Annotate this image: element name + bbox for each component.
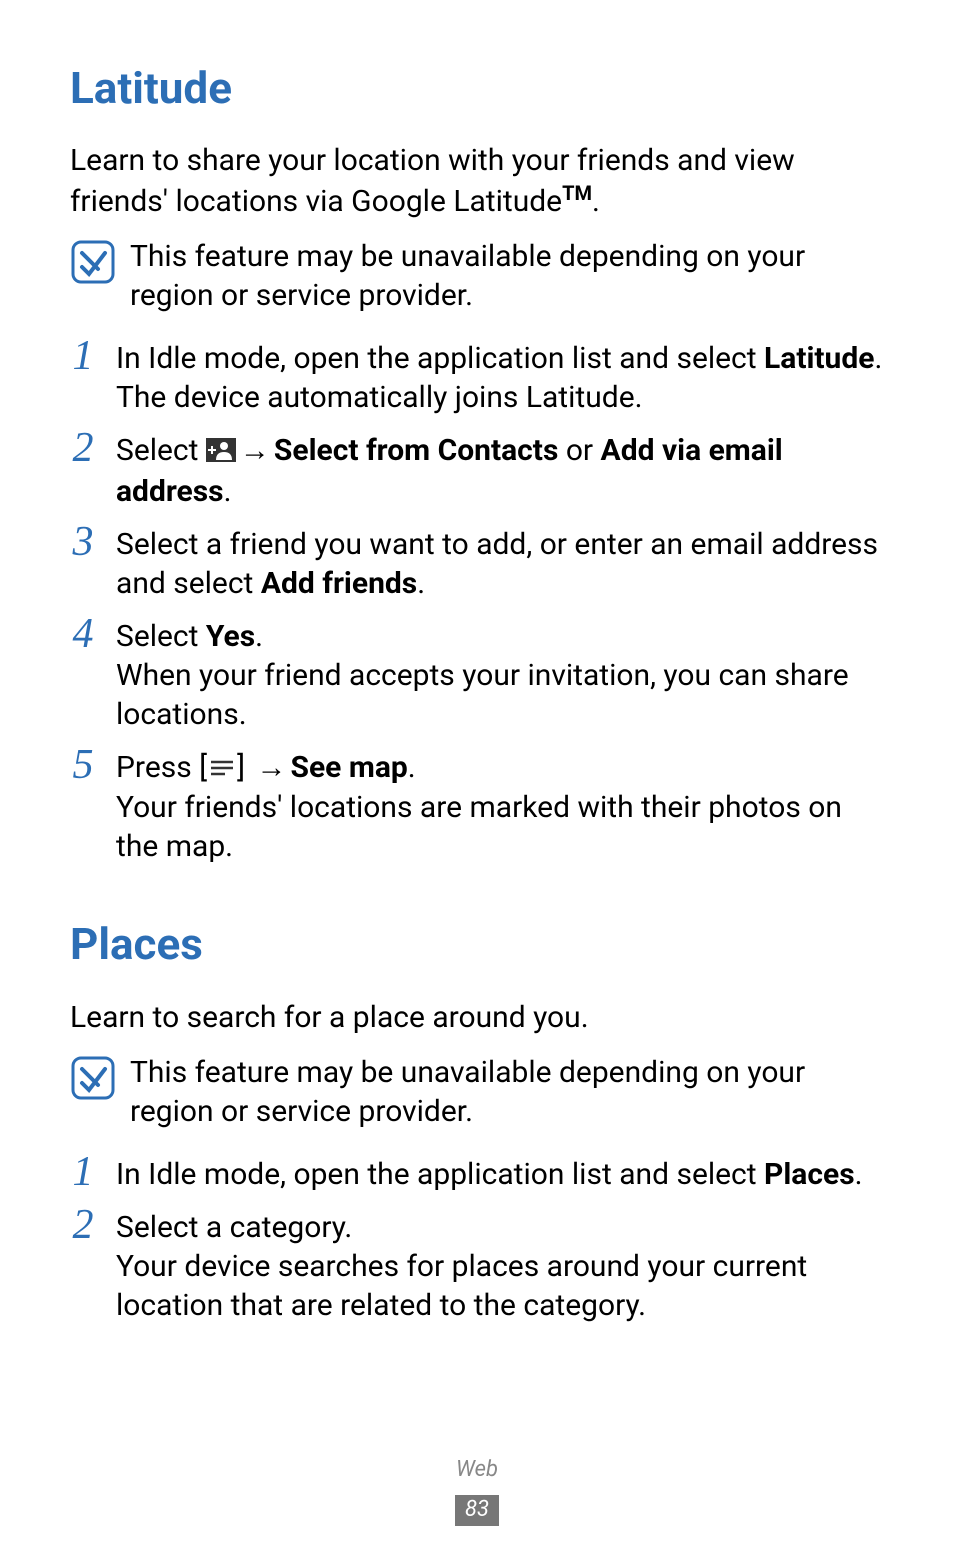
step5-bold-a: See map [291, 750, 408, 785]
note-row-latitude: This feature may be unavailable dependin… [70, 237, 884, 315]
step-number: 4 [70, 613, 96, 655]
step-row: 2 Select a category. Your device searche… [70, 1208, 884, 1325]
step-number: 2 [70, 427, 96, 469]
section-title-latitude: Latitude [70, 60, 884, 117]
menu-icon [207, 749, 237, 788]
places-step2-text-a: Select a category. [116, 1208, 884, 1247]
step-content: Select → Select from Contacts or Add via… [116, 431, 884, 511]
step-number: 5 [70, 744, 96, 786]
intro-places: Learn to search for a place around you. [70, 998, 884, 1037]
places-step2-text-b: Your device searches for places around y… [116, 1247, 884, 1325]
step2-arrow: → [240, 431, 270, 470]
page-footer: Web 83 [0, 1456, 954, 1526]
step5-text-a: Press [ [116, 750, 207, 785]
step-content: In Idle mode, open the application list … [116, 1155, 884, 1194]
step-content: Select Yes. When your friend accepts you… [116, 617, 884, 734]
step-row: 2 Select → Select from Contacts or Add v… [70, 431, 884, 511]
footer-page-number: 83 [455, 1495, 499, 1526]
step2-bold-a: Select from Contacts [274, 433, 558, 468]
step-content: Select a category. Your device searches … [116, 1208, 884, 1325]
places-step1-text-b: . [855, 1157, 863, 1192]
places-step1-text-a: In Idle mode, open the application list … [116, 1157, 764, 1192]
step-row: 4 Select Yes. When your friend accepts y… [70, 617, 884, 734]
step-row: 1 In Idle mode, open the application lis… [70, 1155, 884, 1194]
step5-text-c: . [408, 750, 416, 785]
step4-text-c: When your friend accepts your invitation… [116, 656, 884, 734]
intro-text-a: Learn to share your location with your f… [70, 143, 795, 219]
step4-text-a: Select [116, 619, 206, 654]
footer-section-label: Web [0, 1456, 954, 1485]
step2-text-b: or [558, 433, 600, 468]
step1-bold-a: Latitude [764, 341, 874, 376]
step-number: 1 [70, 1151, 96, 1193]
step4-text-b: . [255, 619, 263, 654]
step-content: In Idle mode, open the application list … [116, 339, 884, 417]
step4-bold-a: Yes [206, 619, 255, 654]
step5-text-b: ] [237, 750, 252, 785]
step3-bold-a: Add friends [261, 566, 417, 601]
step-content: Select a friend you want to add, or ente… [116, 525, 884, 603]
step-row: 3 Select a friend you want to add, or en… [70, 525, 884, 603]
note-row-places: This feature may be unavailable dependin… [70, 1053, 884, 1131]
add-person-icon [206, 433, 236, 472]
note-text-places: This feature may be unavailable dependin… [130, 1053, 884, 1131]
step-number: 1 [70, 335, 96, 377]
intro-text-b: . [592, 184, 600, 219]
note-icon [70, 1055, 116, 1111]
step-content: Press [ ] → See map. Your friends' locat… [116, 748, 884, 867]
step2-text-a: Select [116, 433, 206, 468]
step-row: 5 Press [ ] → See map. Your friends' loc… [70, 748, 884, 867]
note-icon [70, 239, 116, 295]
step-number: 3 [70, 521, 96, 563]
trademark-symbol: TM [562, 181, 592, 205]
step1-text-a: In Idle mode, open the application list … [116, 341, 764, 376]
intro-latitude: Learn to share your location with your f… [70, 141, 884, 221]
step3-text-b: . [417, 566, 425, 601]
step5-arrow: → [257, 748, 287, 787]
note-text-latitude: This feature may be unavailable dependin… [130, 237, 884, 315]
step5-text-d: Your friends' locations are marked with … [116, 788, 884, 866]
step2-text-c: . [224, 474, 232, 509]
places-step1-bold-a: Places [764, 1157, 855, 1192]
step3-text-a: Select a friend you want to add, or ente… [116, 527, 878, 601]
step-row: 1 In Idle mode, open the application lis… [70, 339, 884, 417]
step-number: 2 [70, 1204, 96, 1246]
section-title-places: Places [70, 916, 884, 973]
